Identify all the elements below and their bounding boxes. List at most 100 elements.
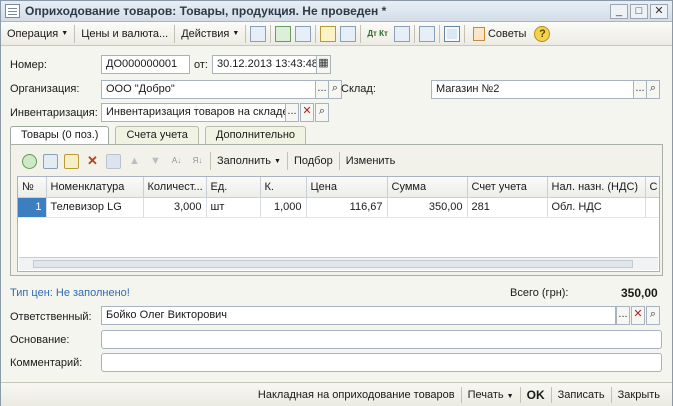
ok-button[interactable]: OK: [521, 388, 551, 402]
tips-label: Советы: [487, 27, 527, 40]
column-header[interactable]: С: [645, 177, 659, 198]
organization-select-button[interactable]: ...: [315, 80, 329, 99]
column-header[interactable]: Номенклатура: [46, 177, 144, 198]
column-header[interactable]: К.: [260, 177, 307, 198]
columns-icon[interactable]: [418, 25, 435, 42]
column-header[interactable]: Цена: [306, 177, 388, 198]
move-up-icon[interactable]: ▲: [127, 154, 142, 169]
tips-icon: [472, 26, 485, 41]
date-field[interactable]: 30.12.2013 13:43:48: [212, 55, 317, 74]
structure-icon[interactable]: [340, 25, 357, 42]
vat-purpose-cell[interactable]: Обл. НДС: [547, 197, 646, 218]
inventory-select-button[interactable]: ...: [285, 103, 299, 122]
unit-cell[interactable]: шт: [206, 197, 261, 218]
sort-descending-icon[interactable]: Я↓: [190, 154, 205, 169]
tab-accounts[interactable]: Счета учета: [115, 126, 199, 145]
prices-button[interactable]: Цены и валюта...: [77, 24, 172, 44]
help-icon[interactable]: ?: [534, 25, 551, 42]
fill-menu[interactable]: Заполнить ▼: [213, 151, 285, 171]
basis-field[interactable]: [101, 330, 662, 349]
end-edit-icon[interactable]: [106, 153, 121, 169]
save-button[interactable]: Записать: [552, 389, 611, 401]
edit-row-icon[interactable]: [64, 153, 79, 169]
tips-button[interactable]: Советы: [467, 24, 530, 44]
column-header[interactable]: Сумма: [387, 177, 468, 198]
minimize-button[interactable]: _: [610, 4, 628, 19]
calendar-icon[interactable]: ▦: [316, 55, 331, 74]
post-and-close-icon[interactable]: [250, 25, 267, 42]
warehouse-field[interactable]: Магазин №2: [431, 80, 634, 99]
column-header[interactable]: Нал. назн. (НДС): [547, 177, 646, 198]
hierarchy-icon[interactable]: [443, 25, 460, 42]
operation-menu[interactable]: Операция ▼: [3, 24, 72, 44]
tab-bar: Товары (0 поз.) Счета учета Дополнительн…: [10, 126, 312, 146]
chevron-down-icon: ▼: [232, 30, 240, 37]
comment-field[interactable]: [101, 353, 662, 372]
post-document-icon[interactable]: [275, 25, 292, 42]
toolbar-divider: [174, 24, 176, 43]
quantity-cell[interactable]: 3,000: [143, 197, 207, 218]
coefficient-cell[interactable]: 1,000: [260, 197, 307, 218]
delete-row-icon[interactable]: ✕: [85, 153, 100, 169]
tab-additional[interactable]: Дополнительно: [204, 126, 307, 145]
column-header[interactable]: №: [18, 177, 47, 198]
actions-menu[interactable]: Действия ▼: [177, 24, 243, 44]
organization-field[interactable]: ООО "Добро": [101, 80, 316, 99]
select-button[interactable]: Подбор: [290, 151, 337, 171]
table-toolbar-divider: [286, 152, 288, 170]
amount-cell[interactable]: 350,00: [387, 197, 468, 218]
maximize-button[interactable]: □: [630, 4, 648, 19]
responsible-label: Ответственный:: [10, 311, 92, 323]
copy-document-icon[interactable]: [295, 25, 312, 42]
responsible-search-icon[interactable]: ⌕: [646, 306, 660, 325]
document-window: Оприходование товаров: Товары, продукция…: [0, 0, 673, 406]
column-header[interactable]: Количест...: [143, 177, 207, 198]
dt-kt-icon: Дт Кт: [367, 29, 388, 38]
add-row-icon[interactable]: [22, 153, 37, 169]
responsible-select-button[interactable]: ...: [616, 306, 630, 325]
close-button[interactable]: Закрыть: [612, 389, 666, 401]
scrollbar-thumb[interactable]: [33, 260, 633, 268]
table-row[interactable]: 1 Телевизор LG 3,000 шт 1,000 116,67 350…: [18, 197, 659, 218]
sort-ascending-icon[interactable]: А↓: [169, 154, 184, 169]
copy-row-icon[interactable]: [43, 153, 58, 169]
extra-cell[interactable]: [645, 197, 659, 218]
number-label: Номер:: [10, 59, 47, 71]
table-toolbar-divider: [338, 152, 340, 170]
warehouse-label: Склад:: [341, 83, 376, 95]
invoice-button[interactable]: Накладная на оприходование товаров: [252, 389, 461, 401]
responsible-clear-icon[interactable]: ✕: [631, 306, 645, 325]
column-header[interactable]: Ед.: [206, 177, 261, 198]
print-label: Печать: [467, 388, 504, 401]
inventory-search-icon[interactable]: ⌕: [315, 103, 329, 122]
create-based-on-icon[interactable]: [320, 25, 337, 42]
footer-bar: Накладная на оприходование товаров Печат…: [1, 382, 672, 406]
nomenclature-cell[interactable]: Телевизор LG: [46, 197, 144, 218]
dt-kt-button[interactable]: Дт Кт: [363, 24, 392, 44]
inventory-label: Инвентаризация:: [10, 107, 98, 119]
close-window-button[interactable]: ✕: [650, 4, 668, 19]
toolbar-divider: [74, 24, 76, 43]
organization-search-icon[interactable]: ⌕: [328, 80, 342, 99]
goods-table: № Номенклатура Количест... Ед. К. Цена С…: [17, 176, 660, 272]
report-icon[interactable]: [393, 25, 410, 42]
toolbar-divider: [270, 24, 272, 43]
print-menu[interactable]: Печать ▼: [462, 389, 520, 401]
responsible-field[interactable]: Бойко Олег Викторович: [101, 306, 616, 325]
row-number-cell[interactable]: 1: [18, 197, 47, 218]
warehouse-search-icon[interactable]: ⌕: [646, 80, 660, 99]
move-down-icon[interactable]: ▼: [148, 154, 163, 169]
chevron-down-icon: ▼: [274, 157, 281, 165]
price-cell[interactable]: 116,67: [306, 197, 388, 218]
basis-label: Основание:: [10, 334, 70, 346]
column-header[interactable]: Счет учета: [467, 177, 548, 198]
change-button[interactable]: Изменить: [342, 151, 400, 171]
horizontal-scrollbar[interactable]: [19, 257, 658, 270]
account-cell[interactable]: 281: [467, 197, 548, 218]
inventory-field[interactable]: Инвентаризация товаров на складе: [101, 103, 286, 122]
number-field[interactable]: ДО000000001: [101, 55, 190, 74]
tab-goods[interactable]: Товары (0 поз.): [10, 126, 110, 146]
price-type-link[interactable]: Тип цен: Не заполнено!: [10, 287, 130, 299]
clear-icon[interactable]: ✕: [300, 103, 314, 122]
warehouse-select-button[interactable]: ...: [633, 80, 647, 99]
